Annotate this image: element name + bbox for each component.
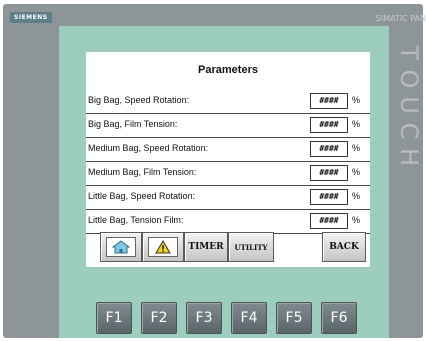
touch-label: T O U C H <box>395 40 423 170</box>
medium-bag-speed-rotation-field[interactable]: #### <box>310 141 348 157</box>
touch-letter: T <box>395 45 423 61</box>
parameter-list: Big Bag, Speed Rotation: #### % Big Bag,… <box>86 90 370 234</box>
home-icon <box>112 240 130 254</box>
unit-label: % <box>352 95 361 105</box>
unit-label: % <box>352 191 361 201</box>
model-name: SIMATIC PAN <box>375 14 426 23</box>
home-button-frame <box>106 237 136 257</box>
parameter-label: Little Bag, Speed Rotation: <box>88 191 196 201</box>
alarm-button-frame <box>148 237 178 257</box>
f4-key[interactable]: F4 <box>231 302 267 334</box>
parameter-label: Big Bag, Speed Rotation: <box>88 95 190 105</box>
parameter-label: Little Bag, Tension Film: <box>88 215 184 225</box>
parameter-row: Medium Bag, Speed Rotation: #### % <box>86 138 370 162</box>
touch-letter: O <box>395 69 423 89</box>
function-key-row: F1 F2 F3 F4 F5 F6 <box>0 302 426 334</box>
unit-label: % <box>352 119 361 129</box>
alarm-button[interactable] <box>142 232 184 262</box>
parameter-row: Medium Bag, Film Tension: #### % <box>86 162 370 186</box>
parameter-row: Little Bag, Speed Rotation: #### % <box>86 186 370 210</box>
touch-letter: U <box>395 96 423 114</box>
parameter-row: Little Bag, Tension Film: #### % <box>86 210 370 234</box>
unit-label: % <box>352 143 361 153</box>
touch-letter: C <box>395 122 423 140</box>
touch-letter: H <box>395 147 423 167</box>
parameter-row: Big Bag, Film Tension: #### % <box>86 114 370 138</box>
home-button[interactable] <box>100 232 142 262</box>
medium-bag-film-tension-field[interactable]: #### <box>310 165 348 181</box>
brand-logo: SIEMENS <box>10 12 52 23</box>
f6-key[interactable]: F6 <box>321 302 357 334</box>
little-bag-tension-film-field[interactable]: #### <box>310 213 348 229</box>
parameter-label: Big Bag, Film Tension: <box>88 119 178 129</box>
f5-key[interactable]: F5 <box>276 302 312 334</box>
back-button[interactable]: BACK <box>322 232 366 262</box>
parameter-label: Medium Bag, Speed Rotation: <box>88 143 209 153</box>
parameter-label: Medium Bag, Film Tension: <box>88 167 197 177</box>
f2-key[interactable]: F2 <box>141 302 177 334</box>
parameter-row: Big Bag, Speed Rotation: #### % <box>86 90 370 114</box>
unit-label: % <box>352 167 361 177</box>
f3-key[interactable]: F3 <box>186 302 222 334</box>
little-bag-speed-rotation-field[interactable]: #### <box>310 189 348 205</box>
big-bag-speed-rotation-field[interactable]: #### <box>310 93 348 109</box>
f1-key[interactable]: F1 <box>96 302 132 334</box>
timer-button[interactable]: TIMER <box>184 232 228 262</box>
parameters-screen: Parameters Big Bag, Speed Rotation: ####… <box>86 52 370 267</box>
page-title: Parameters <box>198 64 258 76</box>
big-bag-film-tension-field[interactable]: #### <box>310 117 348 133</box>
unit-label: % <box>352 215 361 225</box>
warning-icon <box>155 240 171 254</box>
utility-button[interactable]: UTILITY <box>228 232 274 262</box>
